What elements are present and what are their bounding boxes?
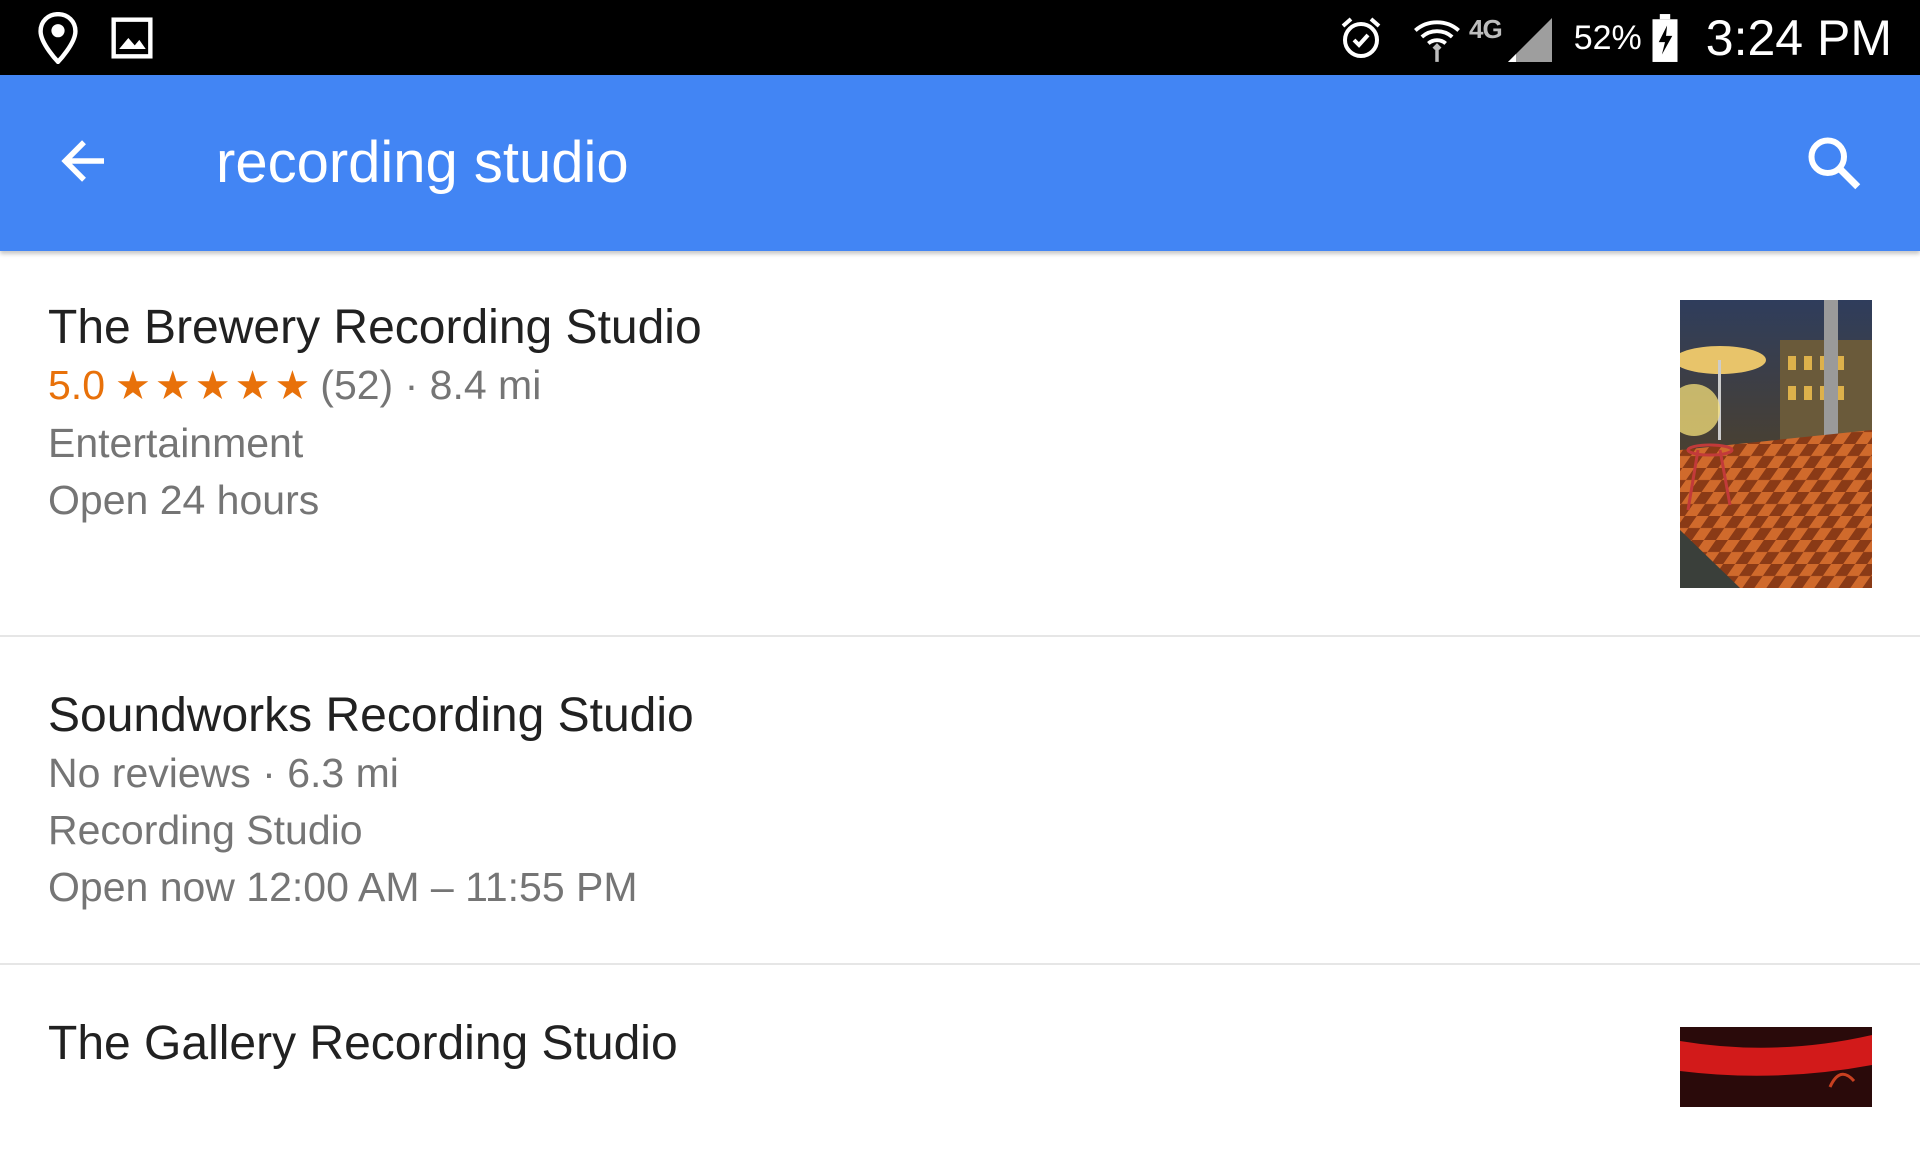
star-rating-icon: ★★★★★ <box>115 363 315 409</box>
status-bar-right: 4G 52% 3:24 PM <box>1337 8 1892 68</box>
rating-row: 5.0 ★★★★★ (52) · 8.4 mi <box>48 357 702 415</box>
place-photo[interactable] <box>1668 300 1872 588</box>
alarm-icon <box>1337 13 1385 63</box>
result-info: The Gallery Recording Studio <box>48 1015 678 1073</box>
place-category: Entertainment <box>48 420 304 466</box>
result-info: Soundworks Recording Studio No reviews ·… <box>48 687 694 916</box>
place-photo[interactable] <box>1680 1027 1872 1107</box>
clock-time: 3:24 PM <box>1705 10 1892 66</box>
place-name: The Brewery Recording Studio <box>48 301 702 354</box>
place-name: The Gallery Recording Studio <box>48 1017 678 1070</box>
list-item[interactable]: The Brewery Recording Studio 5.0 ★★★★★ (52… <box>0 251 1920 637</box>
list-item[interactable]: Soundworks Recording Studio No reviews ·… <box>0 637 1920 965</box>
review-count: (52) <box>320 362 394 408</box>
wifi-icon <box>1411 12 1463 64</box>
search-icon <box>1808 137 1861 190</box>
arrow-back-icon <box>61 140 104 182</box>
status-bar: 4G 52% 3:24 PM <box>0 0 1920 75</box>
distance: · 8.4 mi <box>404 362 542 408</box>
signal-icon <box>1506 12 1554 64</box>
back-button[interactable] <box>54 131 114 191</box>
place-category: Recording Studio <box>48 807 363 853</box>
list-item[interactable]: The Gallery Recording Studio <box>0 965 1920 1165</box>
results-list: The Brewery Recording Studio 5.0 ★★★★★ (52… <box>0 251 1920 1165</box>
network-type-label: 4G <box>1469 13 1503 44</box>
reviews-distance: No reviews · 6.3 mi <box>48 750 399 796</box>
place-hours: Open 24 hours <box>48 477 320 523</box>
battery-percentage: 52% <box>1573 18 1642 57</box>
battery-charging-icon <box>1650 13 1680 63</box>
place-name: Soundworks Recording Studio <box>48 689 694 742</box>
result-info: The Brewery Recording Studio 5.0 ★★★★★ (52… <box>48 299 702 529</box>
image-icon <box>110 16 154 60</box>
search-app-bar: recording studio <box>0 75 1920 251</box>
search-button[interactable] <box>1804 133 1864 193</box>
location-pin-icon <box>36 12 80 64</box>
status-bar-left <box>36 12 154 64</box>
search-query-text[interactable]: recording studio <box>216 131 629 195</box>
rating-value: 5.0 <box>48 362 105 408</box>
place-hours: Open now 12:00 AM – 11:55 PM <box>48 864 638 910</box>
